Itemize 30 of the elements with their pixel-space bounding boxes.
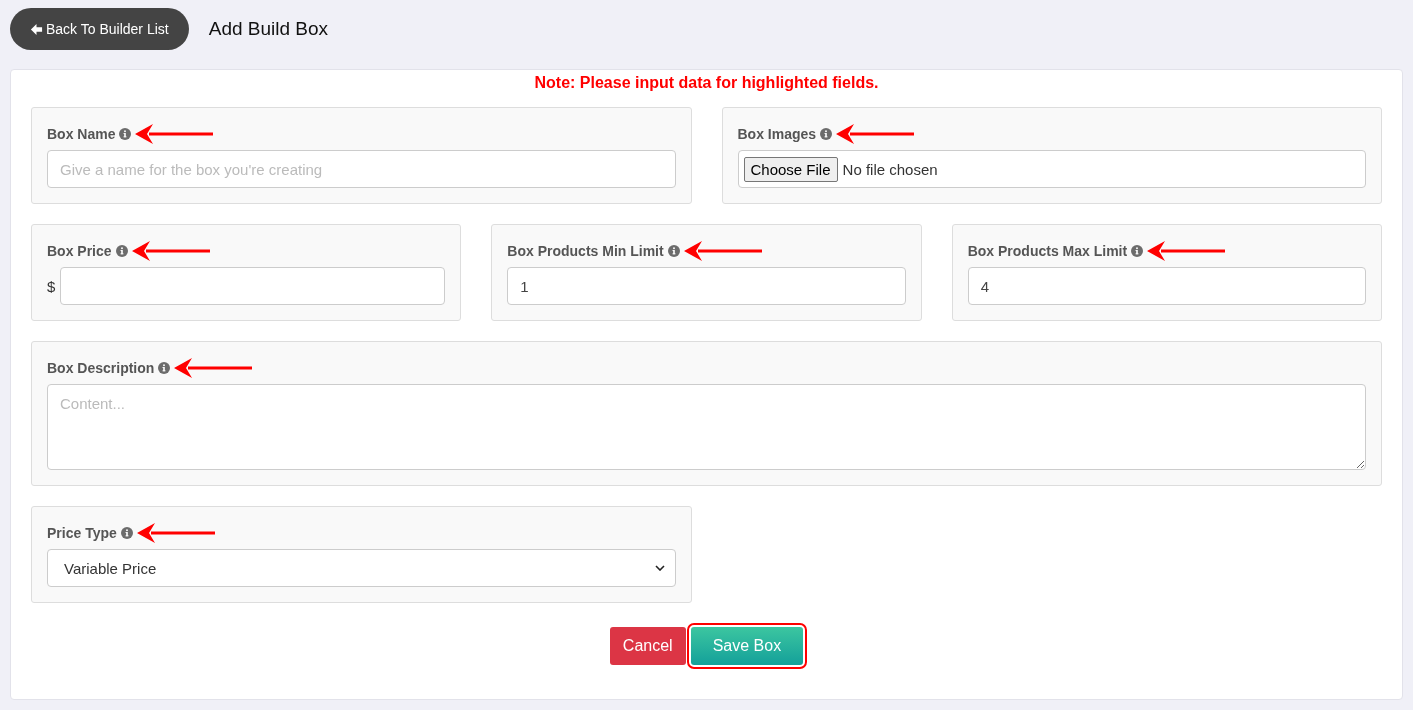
arrow-left-icon	[30, 22, 43, 36]
back-button[interactable]: Back To Builder List	[10, 8, 189, 50]
info-icon[interactable]	[119, 128, 132, 140]
field-label: Box Products Min Limit	[507, 243, 664, 259]
field-label: Box Name	[47, 126, 116, 142]
info-icon[interactable]	[115, 245, 128, 257]
file-input[interactable]: Choose File No file chosen	[737, 150, 1366, 188]
info-icon[interactable]	[820, 128, 833, 140]
info-icon[interactable]	[1131, 245, 1144, 257]
field-label: Price Type	[47, 525, 117, 541]
select-field[interactable]: Variable Price	[47, 549, 676, 587]
file-status-text: No file chosen	[842, 160, 938, 178]
text-area[interactable]: Content...	[47, 384, 1366, 470]
field-label: Box Description	[47, 360, 155, 376]
currency-symbol: $	[47, 277, 56, 295]
field-label: Box Products Max Limit	[967, 243, 1128, 259]
input-field[interactable]	[60, 267, 446, 305]
cancel-button[interactable]: Cancel	[609, 627, 686, 665]
input-field[interactable]: Give a name for the box you're creating	[47, 150, 676, 188]
field-label: Box Price	[47, 243, 112, 259]
info-icon[interactable]	[120, 527, 133, 539]
chevron-down-icon	[654, 565, 665, 571]
info-icon[interactable]	[158, 362, 171, 374]
page-title: Add Build Box	[208, 18, 329, 40]
note-text: Note: Please input data for highlighted fields.	[533, 74, 880, 92]
input-field[interactable]: 4	[967, 267, 1366, 305]
input-field[interactable]: 1	[507, 267, 906, 305]
info-icon[interactable]	[667, 245, 680, 257]
choose-file-button[interactable]: Choose File	[743, 156, 838, 182]
field-label: Box Images	[737, 126, 817, 142]
